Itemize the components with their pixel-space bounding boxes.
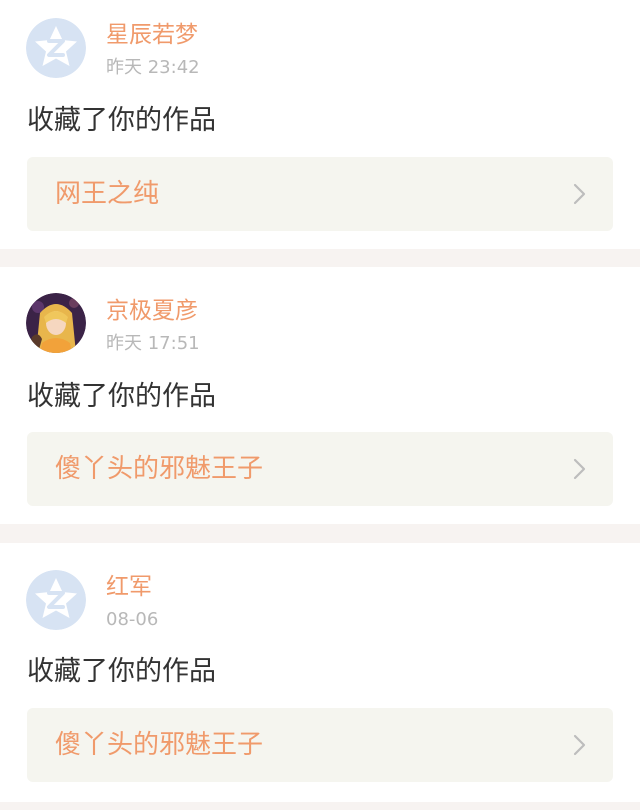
default-avatar-icon [26, 18, 86, 78]
chevron-right-icon [573, 183, 586, 205]
chevron-right-icon [573, 458, 586, 480]
work-link[interactable]: 傻丫头的邪魅王子 [27, 708, 613, 782]
action-text: 收藏了你的作品 [27, 656, 216, 687]
timestamp: 08-06 [106, 609, 159, 630]
avatar[interactable] [26, 18, 86, 78]
action-text: 收藏了你的作品 [27, 381, 216, 412]
notification-card: 红军 08-06 收藏了你的作品 傻丫头的邪魅王子 [0, 543, 640, 802]
chevron-right-icon [573, 734, 586, 756]
avatar[interactable] [26, 570, 86, 630]
work-link[interactable]: 傻丫头的邪魅王子 [27, 432, 613, 506]
timestamp: 昨天 23:42 [106, 57, 200, 78]
username[interactable]: 红军 [106, 572, 152, 602]
avatar[interactable] [26, 293, 86, 353]
work-title: 网王之纯 [55, 179, 160, 209]
notification-card: 京极夏彦 昨天 17:51 收藏了你的作品 傻丫头的邪魅王子 [0, 267, 640, 524]
username[interactable]: 京极夏彦 [106, 296, 198, 326]
default-avatar-icon [26, 570, 86, 630]
work-title: 傻丫头的邪魅王子 [55, 730, 264, 760]
action-text: 收藏了你的作品 [27, 105, 216, 136]
anime-character-avatar [26, 293, 86, 353]
notification-card: 星辰若梦 昨天 23:42 收藏了你的作品 网王之纯 [0, 0, 640, 249]
username[interactable]: 星辰若梦 [106, 20, 198, 50]
work-title: 傻丫头的邪魅王子 [55, 454, 264, 484]
timestamp: 昨天 17:51 [106, 333, 200, 354]
work-link[interactable]: 网王之纯 [27, 157, 613, 231]
